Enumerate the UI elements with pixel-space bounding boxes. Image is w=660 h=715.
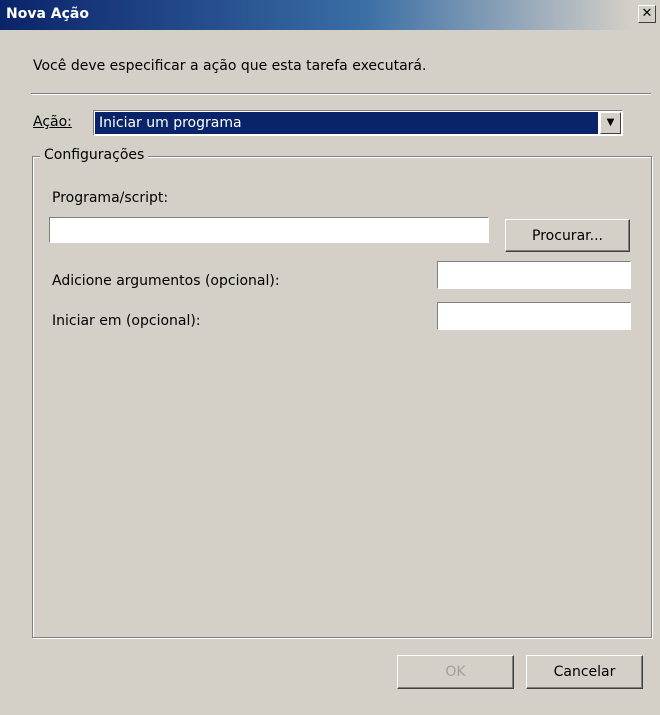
settings-group-label: Configurações — [40, 147, 149, 163]
action-label: Ação: — [33, 114, 72, 130]
window-title: Nova Ação — [6, 6, 89, 22]
chevron-down-icon: ▼ — [606, 117, 615, 128]
dropdown-arrow-button[interactable]: ▼ — [600, 112, 621, 134]
cancel-button[interactable]: Cancelar — [526, 655, 643, 689]
program-label: Programa/script: — [52, 190, 169, 206]
close-button[interactable]: ✕ — [638, 5, 656, 23]
arguments-input[interactable] — [437, 261, 631, 289]
start-in-label: Iniciar em (opcional): — [52, 313, 201, 329]
title-bar: Nova Ação ✕ — [0, 0, 660, 30]
header-separator — [31, 93, 651, 95]
action-label-text: Ação: — [33, 114, 72, 130]
browse-button[interactable]: Procurar... — [505, 219, 630, 252]
program-input[interactable] — [49, 217, 489, 243]
action-dropdown[interactable]: Iniciar um programa ▼ — [93, 110, 623, 136]
start-in-input[interactable] — [437, 302, 631, 330]
close-icon: ✕ — [641, 6, 653, 21]
action-selected-value: Iniciar um programa — [95, 112, 598, 134]
arguments-label: Adicione argumentos (opcional): — [52, 273, 280, 289]
instruction-text: Você deve especificar a ação que esta ta… — [33, 58, 427, 74]
ok-button[interactable]: OK — [397, 655, 514, 689]
